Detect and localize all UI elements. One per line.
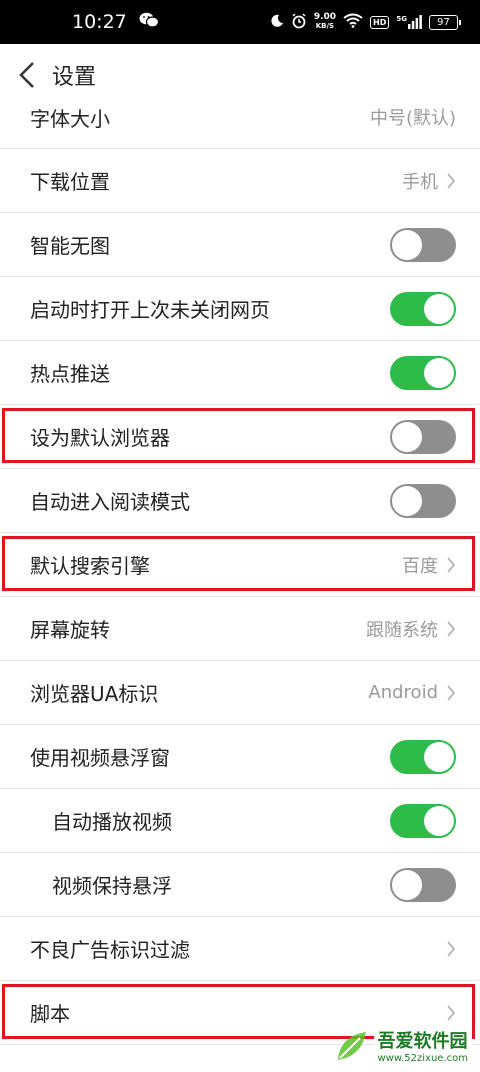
- setting-label: 启动时打开上次未关闭网页: [30, 298, 270, 322]
- setting-value: 中号(默认): [369, 108, 456, 129]
- leaf-logo-icon: [337, 1031, 366, 1060]
- set-default-browser-toggle[interactable]: [390, 419, 456, 454]
- chevron-right-icon: [447, 940, 456, 957]
- chevron-right-icon: [447, 172, 456, 189]
- setting-label: 脚本: [30, 1002, 70, 1026]
- restore-last-pages-toggle[interactable]: [390, 291, 456, 326]
- watermark-name: 吾爱软件园: [373, 1027, 472, 1053]
- setting-label: 下载位置: [30, 170, 110, 194]
- battery-indicator: 97: [429, 14, 461, 30]
- toggle-knob: [392, 869, 422, 900]
- chevron-right-icon: [447, 556, 456, 573]
- setting-restore-last-pages: 启动时打开上次未关闭网页: [0, 277, 480, 341]
- watermark: 吾爱软件园 www.52zixue.com: [334, 1027, 472, 1064]
- video-float-window-toggle[interactable]: [390, 739, 456, 774]
- setting-value: 手机: [402, 171, 438, 193]
- wifi-icon: [343, 13, 363, 31]
- auto-reading-mode-toggle[interactable]: [390, 483, 456, 518]
- hot-push-toggle[interactable]: [390, 355, 456, 390]
- setting-keep-video-floating: 视频保持悬浮: [0, 853, 480, 917]
- setting-autoplay-video: 自动播放视频: [0, 789, 480, 853]
- setting-value: 百度: [402, 555, 438, 577]
- setting-label: 设为默认浏览器: [30, 426, 170, 450]
- setting-smart-no-image: 智能无图: [0, 213, 480, 277]
- toggle-knob: [392, 229, 422, 260]
- toggle-knob: [392, 421, 422, 452]
- setting-value: Android: [368, 682, 438, 703]
- hd-badge: HD: [370, 15, 390, 29]
- setting-default-search-engine[interactable]: 默认搜索引擎 百度: [0, 533, 480, 597]
- setting-label: 使用视频悬浮窗: [30, 746, 170, 770]
- setting-video-float-window: 使用视频悬浮窗: [0, 725, 480, 789]
- chevron-right-icon: [447, 620, 456, 637]
- watermark-url: www.52zixue.com: [373, 1053, 472, 1064]
- setting-auto-reading-mode: 自动进入阅读模式: [0, 469, 480, 533]
- setting-set-default-browser: 设为默认浏览器: [0, 405, 480, 469]
- setting-ad-filter[interactable]: 不良广告标识过滤: [0, 917, 480, 981]
- setting-screen-rotation[interactable]: 屏幕旋转 跟随系统: [0, 597, 480, 661]
- smart-no-image-toggle[interactable]: [390, 227, 456, 262]
- setting-label: 字体大小: [30, 106, 110, 131]
- setting-label: 屏幕旋转: [30, 618, 110, 642]
- setting-label: 视频保持悬浮: [52, 874, 172, 898]
- moon-icon: [270, 14, 284, 31]
- status-bar: 10:27 9.00 KB/S HD 5G 97: [0, 0, 480, 44]
- setting-label: 智能无图: [30, 234, 110, 258]
- alarm-icon: [291, 12, 307, 32]
- setting-font-size[interactable]: 字体大小 中号(默认): [0, 86, 480, 149]
- toggle-knob: [424, 805, 454, 836]
- setting-label: 浏览器UA标识: [30, 682, 159, 706]
- chevron-left-icon: [19, 62, 34, 88]
- setting-download-location[interactable]: 下载位置 手机: [0, 149, 480, 213]
- keep-video-floating-toggle[interactable]: [390, 867, 456, 902]
- settings-list: 字体大小 中号(默认) 下载位置 手机 智能无图 启动时打开上次未关闭网页 热点…: [0, 86, 480, 1045]
- status-time: 10:27: [72, 11, 127, 33]
- setting-label: 自动播放视频: [52, 810, 172, 834]
- signal-icon: 5G: [396, 15, 422, 29]
- setting-label: 热点推送: [30, 362, 110, 386]
- net-speed: 9.00 KB/S: [313, 12, 337, 31]
- chevron-right-icon: [447, 684, 456, 701]
- setting-label: 不良广告标识过滤: [30, 938, 190, 962]
- toggle-knob: [392, 485, 422, 516]
- toggle-knob: [424, 357, 454, 388]
- chevron-right-icon: [447, 1004, 456, 1021]
- setting-label: 默认搜索引擎: [30, 554, 150, 578]
- toggle-knob: [424, 293, 454, 324]
- setting-hot-push: 热点推送: [0, 341, 480, 405]
- autoplay-video-toggle[interactable]: [390, 803, 456, 838]
- setting-label: 自动进入阅读模式: [30, 490, 190, 514]
- toggle-knob: [424, 741, 454, 772]
- setting-value: 跟随系统: [366, 619, 438, 641]
- wechat-icon: [139, 11, 159, 33]
- setting-browser-ua[interactable]: 浏览器UA标识 Android: [0, 661, 480, 725]
